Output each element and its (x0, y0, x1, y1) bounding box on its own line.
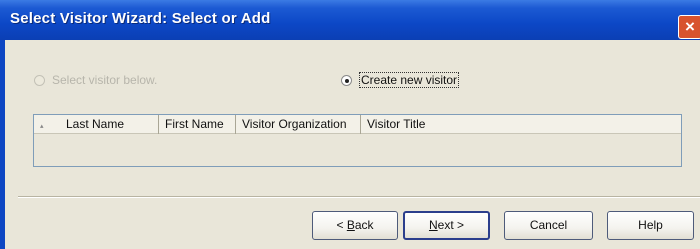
close-button[interactable]: × (678, 15, 700, 39)
column-header-first-name[interactable]: First Name (159, 115, 236, 134)
sort-arrow-icon: ▴ (40, 123, 44, 130)
visitor-list[interactable]: ▴ Last Name First Name Visitor Organizat… (33, 114, 682, 167)
select-visitor-option[interactable]: Select visitor below. (34, 73, 157, 87)
select-visitor-radio[interactable] (34, 74, 45, 86)
window-frame-left (0, 40, 5, 249)
close-icon: × (685, 17, 695, 36)
column-label: First Name (165, 117, 224, 131)
title-bar[interactable]: Select Visitor Wizard: Select or Add × (0, 0, 700, 40)
wizard-window: Select Visitor Wizard: Select or Add × S… (0, 0, 700, 249)
column-label: Visitor Title (367, 117, 426, 131)
column-header-title[interactable]: Visitor Title (361, 115, 681, 134)
column-label: Visitor Organization (242, 117, 347, 131)
select-visitor-label: Select visitor below. (52, 73, 158, 87)
cancel-button[interactable]: Cancel (504, 211, 593, 240)
help-button[interactable]: Help (607, 211, 694, 240)
column-header-last-name[interactable]: ▴ Last Name (34, 115, 159, 134)
divider (18, 196, 700, 198)
column-header-organization[interactable]: Visitor Organization (236, 115, 361, 134)
create-visitor-option[interactable]: Create new visitor (341, 72, 460, 88)
create-visitor-radio[interactable] (341, 74, 352, 86)
column-label: Last Name (66, 117, 125, 131)
next-button[interactable]: Next > (403, 211, 490, 240)
create-visitor-label: Create new visitor (359, 72, 460, 88)
list-header: ▴ Last Name First Name Visitor Organizat… (34, 115, 681, 134)
back-button[interactable]: < Back (312, 211, 398, 240)
window-title: Select Visitor Wizard: Select or Add (10, 10, 271, 27)
